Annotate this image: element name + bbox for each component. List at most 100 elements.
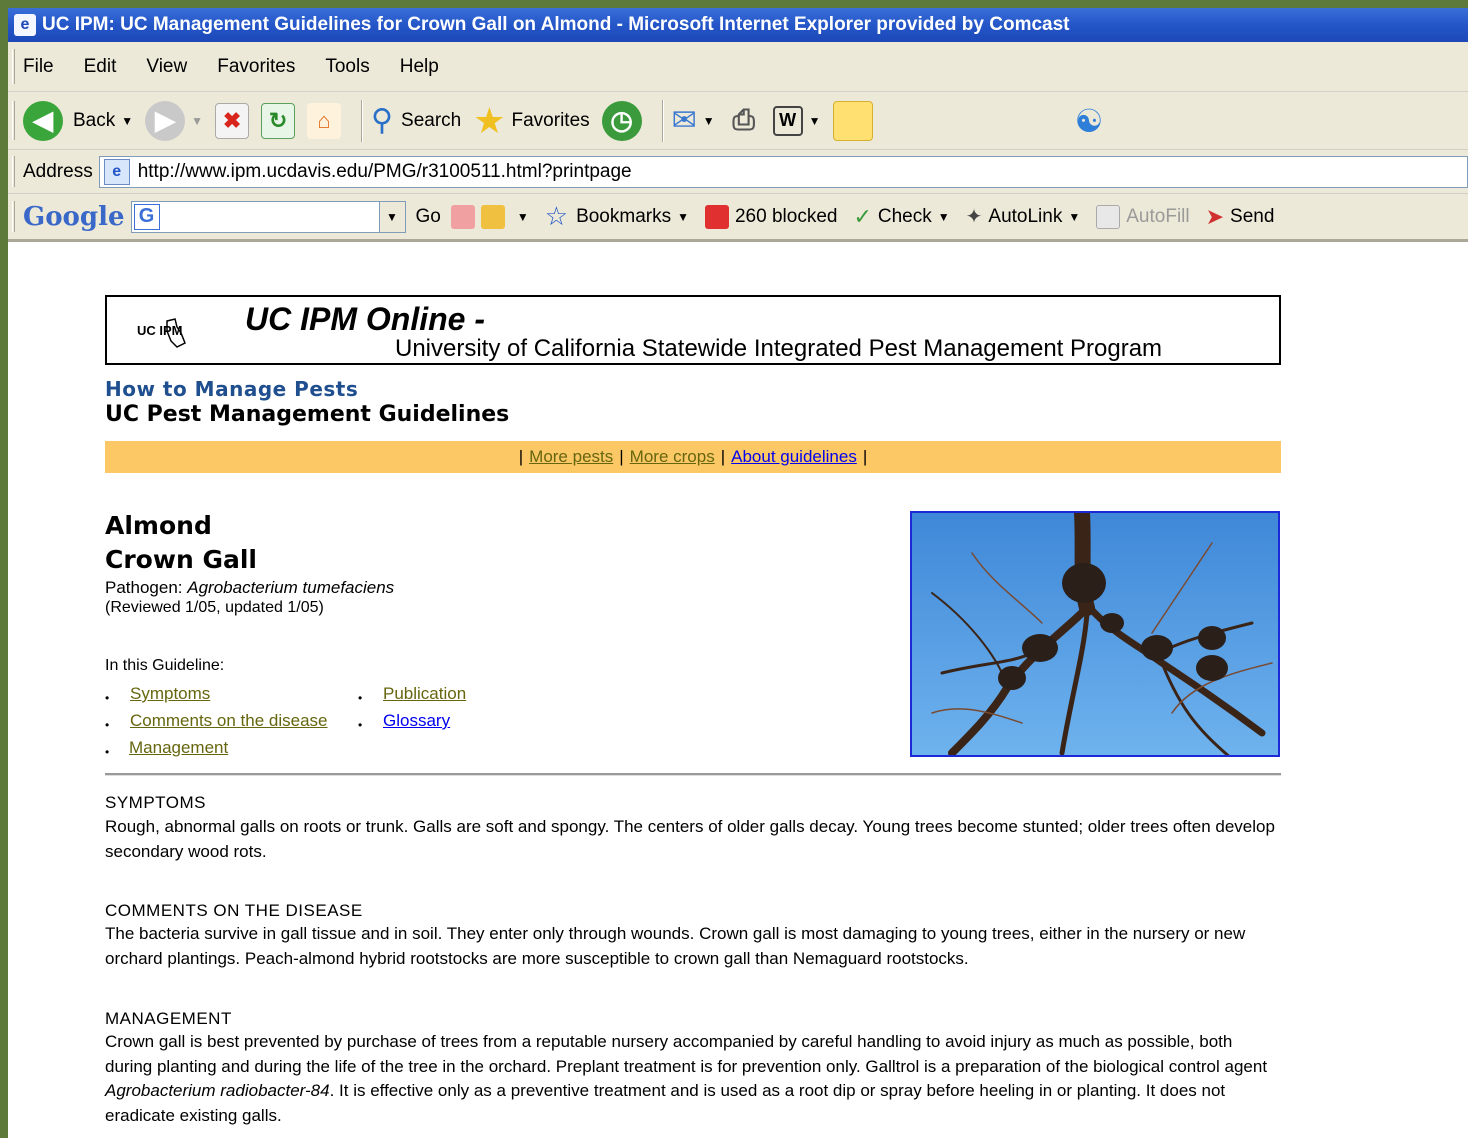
search-button[interactable]: ⚲ Search [371, 103, 461, 138]
pathogen-line: Pathogen: Agrobacterium tumefaciens [105, 578, 394, 598]
address-label: Address [23, 160, 93, 182]
puzzle-icon[interactable] [480, 204, 505, 229]
menu-favorites[interactable]: Favorites [217, 56, 295, 78]
favorites-button[interactable]: ★ Favorites [473, 100, 589, 142]
divider [105, 773, 1281, 776]
edit-button[interactable]: W ▼ [772, 105, 821, 136]
wand-icon: ✦ [965, 206, 983, 228]
address-field[interactable]: e http://www.ipm.ucdavis.edu/PMG/r310051… [98, 155, 1468, 188]
blocked-count: 260 blocked [734, 205, 838, 227]
bullet: • [105, 745, 110, 759]
crown-gall-photo [910, 511, 1280, 757]
history-icon[interactable]: ◷ [601, 100, 642, 141]
print-icon[interactable]: ⎙ [727, 103, 761, 139]
menu-help[interactable]: Help [400, 56, 439, 78]
more-crops-link[interactable]: More crops [630, 447, 715, 467]
toolbar-grip[interactable] [12, 100, 15, 141]
management-text-part1: Crown gall is best prevented by purchase… [105, 1032, 1268, 1076]
symptoms-text: Rough, abnormal galls on roots or trunk.… [105, 817, 1275, 861]
menu-tools[interactable]: Tools [325, 56, 369, 78]
send-button[interactable]: ➤ Send [1206, 204, 1275, 230]
spellcheck-button[interactable]: ✓ Check ▼ [853, 204, 949, 230]
menu-view[interactable]: View [146, 56, 187, 78]
glossary-link[interactable]: Glossary [383, 711, 450, 731]
mail-icon: ✉ [671, 104, 697, 137]
chevron-down-icon[interactable]: ▼ [517, 210, 529, 224]
ipm-banner: UC IPM UC IPM Online - University of Cal… [105, 295, 1281, 365]
google-search-input[interactable]: G ▼ [130, 200, 406, 233]
menu-file[interactable]: File [23, 56, 54, 78]
search-label: Search [401, 109, 462, 131]
bookmarks-label: Bookmarks [576, 205, 672, 227]
stop-icon[interactable]: ✖ [215, 102, 250, 139]
check-label: Check [877, 205, 932, 227]
uc-ipm-logo[interactable]: UC IPM [137, 313, 217, 353]
refresh-icon[interactable]: ↻ [261, 102, 296, 139]
menu-bar: File Edit View Favorites Tools Help [8, 42, 1468, 92]
nav-separator: | [619, 447, 624, 466]
favorites-label: Favorites [511, 109, 590, 131]
banner-title: UC IPM Online - [245, 301, 485, 337]
management-link[interactable]: Management [129, 738, 228, 758]
send-label: Send [1230, 205, 1275, 227]
address-url[interactable]: http://www.ipm.ucdavis.edu/PMG/r3100511.… [138, 161, 632, 183]
back-button[interactable]: ◀ Back ▼ [23, 100, 133, 141]
comments-link[interactable]: Comments on the disease [130, 711, 328, 731]
news-icon[interactable] [450, 204, 475, 229]
google-logo[interactable]: Google [23, 202, 125, 232]
toolbar-separator [661, 99, 664, 142]
publication-link[interactable]: Publication [383, 684, 466, 704]
menu-edit[interactable]: Edit [84, 56, 117, 78]
chevron-down-icon: ▼ [808, 113, 821, 128]
pest-title: Crown Gall [105, 545, 257, 574]
send-arrow-icon: ➤ [1205, 203, 1225, 229]
bullet: • [105, 718, 110, 732]
management-heading: MANAGEMENT [105, 1009, 232, 1028]
toolbar-grip[interactable] [12, 156, 15, 187]
word-edit-icon: W [772, 105, 803, 136]
back-label: Back [73, 109, 116, 131]
autofill-button[interactable]: AutoFill [1096, 204, 1190, 229]
comments-heading: COMMENTS ON THE DISEASE [105, 901, 363, 920]
toolbar-grip[interactable] [12, 49, 15, 84]
more-pests-link[interactable]: More pests [529, 447, 613, 467]
chevron-down-icon[interactable]: ▼ [191, 114, 203, 128]
chevron-down-icon: ▼ [677, 209, 689, 224]
about-guidelines-link[interactable]: About guidelines [731, 447, 857, 467]
bullet: • [358, 691, 363, 705]
google-go-button[interactable]: Go [416, 206, 441, 228]
standard-toolbar: ◀ Back ▼ ▶ ▼ ✖ ↻ ⌂ ⚲ Search ★ Favorites … [8, 92, 1468, 150]
pathogen-name: Agrobacterium tumefaciens [187, 578, 395, 597]
spellcheck-icon: ✓ [853, 203, 872, 229]
autolink-button[interactable]: ✦ AutoLink ▼ [966, 204, 1081, 229]
nav-separator: | [720, 447, 726, 466]
chevron-down-icon[interactable]: ▼ [121, 114, 133, 128]
note-icon[interactable] [832, 100, 873, 141]
page-icon: e [103, 158, 130, 185]
google-toolbar: Google G ▼ Go ▼ ☆ Bookmarks ▼ 260 blocke… [8, 194, 1468, 242]
nav-separator: | [862, 447, 868, 466]
pathogen-label: Pathogen: [105, 578, 188, 597]
bookmarks-button[interactable]: ☆ Bookmarks ▼ [545, 201, 689, 232]
ie-icon: e [14, 14, 36, 36]
toolbar-grip[interactable] [12, 200, 15, 233]
how-to-heading[interactable]: How to Manage Pests [105, 377, 358, 401]
symptoms-heading: SYMPTOMS [105, 793, 206, 812]
symptoms-link[interactable]: Symptoms [130, 684, 210, 704]
banner-subtitle: University of California Statewide Integ… [395, 335, 1163, 362]
page-content: UC IPM UC IPM Online - University of Cal… [8, 261, 1468, 1138]
popup-blocker-button[interactable]: 260 blocked [704, 204, 838, 229]
crop-title: Almond [105, 511, 212, 540]
home-icon[interactable]: ⌂ [307, 102, 342, 139]
google-g-icon[interactable]: G [133, 203, 160, 230]
title-bar: e UC IPM: UC Management Guidelines for C… [8, 8, 1468, 42]
browser-window: e UC IPM: UC Management Guidelines for C… [8, 8, 1468, 1138]
guidelines-heading: UC Pest Management Guidelines [105, 402, 510, 427]
messenger-icon[interactable]: ☯ [1075, 102, 1104, 140]
mail-button[interactable]: ✉ ▼ [672, 103, 715, 138]
back-arrow-icon: ◀ [23, 100, 63, 141]
chevron-down-icon[interactable]: ▼ [378, 201, 405, 232]
forward-button[interactable]: ▶ ▼ [145, 100, 203, 141]
nav-separator: | [518, 447, 524, 466]
toolbar-separator [361, 99, 364, 142]
